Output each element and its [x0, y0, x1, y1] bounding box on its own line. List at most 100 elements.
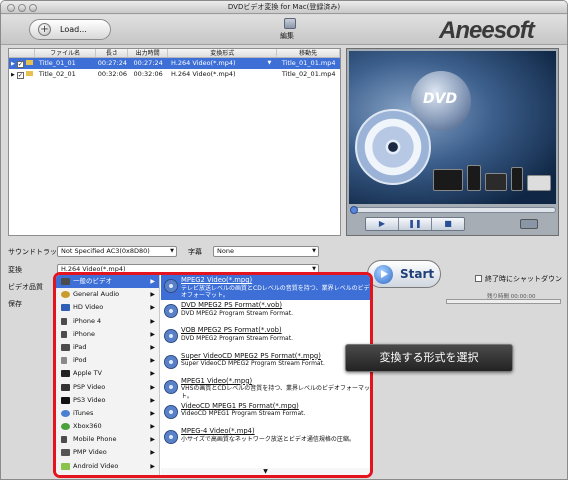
file-format-select[interactable]: H.264 Video(*.mp4) [168, 69, 277, 80]
edit-button[interactable]: 編集 [280, 31, 294, 41]
snapshot-icon[interactable] [520, 219, 538, 229]
category-general-video[interactable]: 一般のビデオ ▶ [56, 275, 159, 289]
minimize-window-button[interactable] [18, 4, 26, 12]
category-itunes[interactable]: iTunes ▶ [56, 407, 159, 420]
shutdown-option[interactable]: 終了時にシャットダウン [475, 274, 562, 284]
android-icon [61, 462, 70, 470]
format-description: VideoCD MPEG1 Program Stream Format. [181, 410, 306, 418]
format-description: テレビ放送レベルの画質とCDレベルの音質を持つ、業界レベルのビデオフォーマット。 [181, 284, 370, 300]
shutdown-checkbox[interactable] [475, 275, 482, 282]
mobile-phone-icon [61, 436, 67, 444]
load-button-label: Load... [60, 25, 87, 34]
chevron-down-icon: ▼ [312, 248, 316, 254]
column-header-format[interactable]: 変換形式 [168, 49, 278, 57]
chevron-right-icon: ▶ [150, 278, 155, 285]
format-menu: 一般のビデオ ▶ General Audio ▶ HD Video ▶ iPhone … [53, 272, 373, 478]
file-format-value: H.264 Video(*.mp4) [171, 70, 236, 78]
column-header-output-time[interactable]: 出力時間 [128, 49, 169, 57]
category-iphone[interactable]: iPhone ▶ [56, 328, 159, 341]
conversion-progress-bar [446, 299, 561, 304]
category-mobile-phone[interactable]: Mobile Phone ▶ [56, 433, 159, 446]
chevron-right-icon: ▶ [150, 343, 155, 351]
category-label: iPhone 4 [73, 316, 102, 325]
category-hd-video[interactable]: HD Video ▶ [56, 301, 159, 314]
category-pmp-video[interactable]: PMP Video ▶ [56, 446, 159, 459]
apple-tv-icon [61, 370, 70, 378]
disclosure-triangle-icon[interactable]: ▶ [11, 61, 15, 67]
video-icon [61, 278, 70, 285]
zoom-window-button[interactable] [29, 4, 37, 12]
close-window-button[interactable] [7, 4, 15, 12]
pause-button[interactable]: ❚❚ [399, 218, 432, 230]
ipod-icon [61, 357, 67, 365]
play-button[interactable]: ▶ [366, 218, 399, 230]
edit-icon[interactable] [284, 18, 296, 29]
scroll-down-icon[interactable]: ▼ [161, 468, 370, 475]
format-item[interactable]: MPEG2 Video(*.mpg) テレビ放送レベルの画質とCDレベルの音質を持… [161, 275, 370, 301]
stop-button[interactable]: ■ [432, 218, 464, 230]
chevron-right-icon: ▶ [150, 330, 155, 338]
dvd-icon [164, 329, 178, 344]
category-label: 一般のビデオ [73, 277, 112, 285]
row-controls: ▶ ✓ [9, 69, 35, 80]
format-description: 小サイズで高画質なネットワーク放送とビデオ通信規格の圧縮。 [181, 435, 355, 443]
format-item[interactable]: VOB MPEG2 PS Format(*.vob) DVD MPEG2 Prog… [161, 325, 370, 350]
category-label: PSP Video [73, 382, 106, 391]
audio-track-select[interactable]: Not Specified AC3(0x8D80) ▼ [57, 246, 177, 257]
category-label: Android Video [73, 461, 119, 470]
format-item[interactable]: MPEG1 Video(*.mpg) VHSの画質とCDレベルの音質を持つ、業界レ… [161, 376, 370, 401]
load-button[interactable]: + Load... [29, 19, 111, 40]
file-format-select[interactable]: H.264 Video(*.mp4) ▼ [168, 58, 277, 69]
disclosure-triangle-icon[interactable]: ▶ [11, 72, 15, 78]
category-xbox360[interactable]: Xbox360 ▶ [56, 420, 159, 433]
itunes-icon [61, 409, 70, 417]
category-iphone4[interactable]: iPhone 4 ▶ [56, 315, 159, 328]
table-row[interactable]: ▶ ✓ Title_01_01 00:27:24 00:27:24 H.264 … [9, 58, 340, 69]
row-checkbox[interactable]: ✓ [16, 72, 24, 79]
dvd-logo-text: DVD [423, 91, 458, 107]
format-title: VideoCD MPEG1 PS Format(*.mpg) [181, 401, 299, 410]
column-header-length[interactable]: 長さ [96, 49, 129, 57]
format-title: MPEG-4 Video(*.mp4) [181, 427, 255, 436]
format-item[interactable]: MPEG-4 Video(*.mp4) 小サイズで高画質なネットワーク放送とビデオ… [161, 426, 370, 451]
category-general-audio[interactable]: General Audio ▶ [56, 288, 159, 301]
file-output-time: 00:27:24 [133, 59, 163, 67]
format-list: MPEG2 Video(*.mpg) テレビ放送レベルの画質とCDレベルの音質を持… [161, 275, 370, 475]
ipad-icon [61, 343, 70, 351]
table-row[interactable]: ▶ ✓ Title_02_01 00:32:06 00:32:06 H.264 … [9, 69, 340, 80]
devices-image [433, 151, 553, 191]
column-header-filename[interactable]: ファイル名 [35, 49, 97, 57]
chevron-right-icon: ▶ [150, 383, 155, 391]
monitor-image [433, 169, 463, 191]
category-ps3-video[interactable]: PS3 Video ▶ [56, 394, 159, 407]
format-item[interactable]: VideoCD MPEG1 PS Format(*.mpg) VideoCD MP… [161, 401, 370, 426]
format-description: Super VideoCD MPEG2 Program Stream Forma… [181, 360, 325, 368]
category-label: PMP Video [73, 448, 107, 457]
ps3-icon [61, 396, 70, 404]
category-ipod[interactable]: iPod ▶ [56, 354, 159, 367]
file-length: 00:32:06 [97, 70, 127, 78]
seek-bar[interactable] [350, 206, 556, 214]
chevron-down-icon: ▼ [267, 60, 272, 66]
format-item[interactable]: Super VideoCD MPEG2 PS Format(*.mpg) Supe… [161, 351, 370, 376]
subtitle-select[interactable]: None ▼ [213, 246, 319, 257]
row-checkbox[interactable]: ✓ [16, 61, 24, 68]
file-destination: Title_02_01.mp4 [281, 70, 336, 78]
category-label: PS3 Video [73, 395, 106, 404]
tablet-image [485, 173, 507, 191]
app-window: DVDビデオ変換 for Mac(登録済み) + Load... 編集 Anee… [0, 0, 568, 480]
seek-knob[interactable] [350, 206, 358, 214]
category-apple-tv[interactable]: Apple TV ▶ [56, 367, 159, 380]
category-label: Mobile Phone [73, 435, 117, 444]
column-header-destination[interactable]: 移動先 [277, 49, 340, 57]
start-button[interactable]: Start [367, 260, 441, 288]
category-label: HD Video [73, 303, 104, 312]
category-android-video[interactable]: Android Video ▶ [56, 460, 159, 473]
iphone-icon [61, 317, 67, 325]
svcd-icon [164, 354, 178, 369]
category-psp-video[interactable]: PSP Video ▶ [56, 381, 159, 394]
psp-icon [61, 383, 70, 391]
category-ipad[interactable]: iPad ▶ [56, 341, 159, 354]
subtitle-label: 字幕 [188, 248, 202, 256]
format-item[interactable]: DVD MPEG2 PS Format(*.vob) DVD MPEG2 Prog… [161, 300, 370, 325]
